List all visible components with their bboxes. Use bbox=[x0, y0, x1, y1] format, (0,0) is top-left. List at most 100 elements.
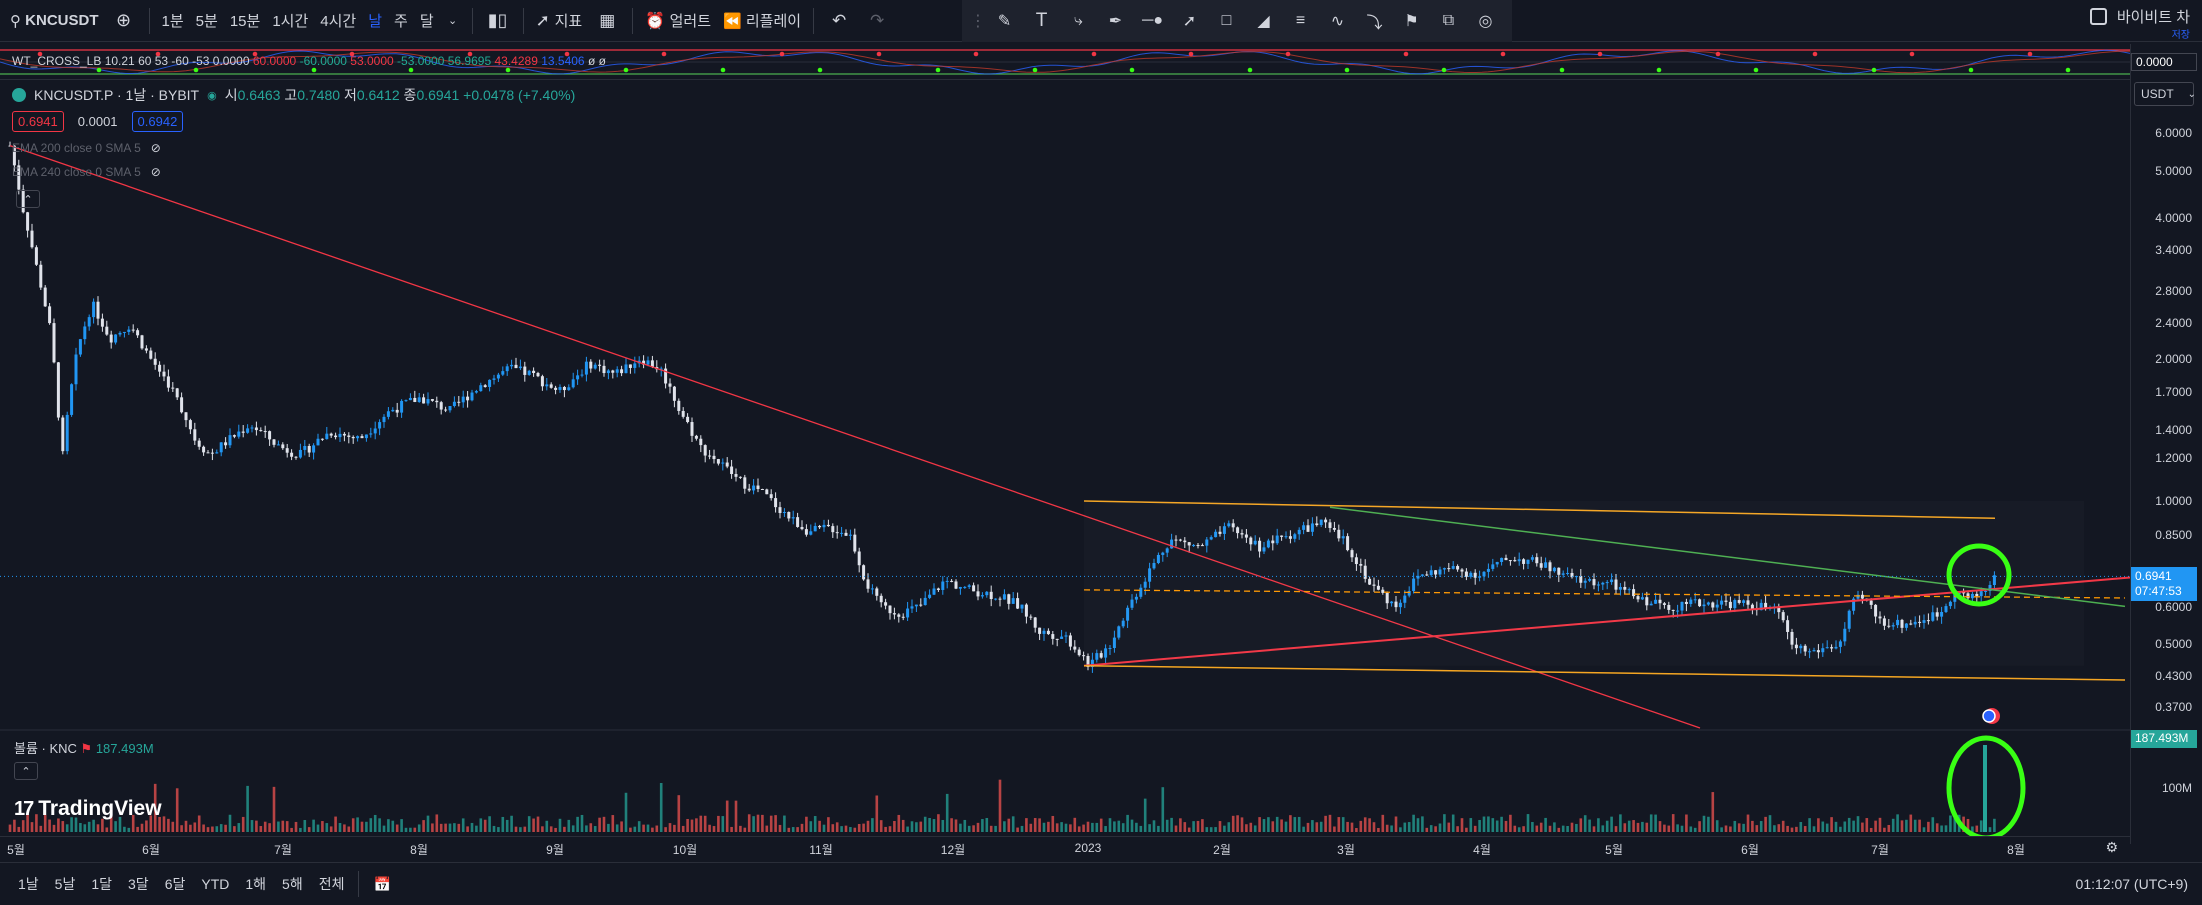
interval-1w[interactable]: 주 bbox=[388, 0, 414, 42]
measure-tool-button[interactable]: ◎ bbox=[1467, 0, 1504, 42]
tradingview-logo[interactable]: 17 TradingView bbox=[14, 797, 162, 821]
candle-body bbox=[364, 434, 368, 439]
volume-bar bbox=[1082, 824, 1085, 832]
fib-tool-button[interactable]: ≡ bbox=[1282, 0, 1319, 42]
alert-button[interactable]: ⏰ 얼러트 bbox=[639, 0, 717, 42]
range-ytd[interactable]: YTD bbox=[193, 876, 237, 892]
price-chart[interactable] bbox=[0, 80, 2130, 836]
range-3m[interactable]: 3달 bbox=[120, 874, 157, 894]
path-tool-button[interactable]: ⤷ bbox=[1060, 0, 1097, 42]
replay-button[interactable]: ⏪ 리플레이 bbox=[717, 0, 807, 42]
triangle-tool-button[interactable]: ◢ bbox=[1245, 0, 1282, 42]
candle-body bbox=[417, 397, 421, 402]
indicators-button[interactable]: ➚ 지표 bbox=[530, 0, 589, 42]
range-1y[interactable]: 1해 bbox=[237, 874, 274, 894]
interval-dropdown-button[interactable]: ⌄ bbox=[440, 0, 466, 42]
share-tool-button[interactable]: ⧉ bbox=[1430, 0, 1467, 42]
range-1m[interactable]: 1달 bbox=[83, 874, 120, 894]
volume-bar bbox=[1852, 820, 1855, 832]
redo-button[interactable]: ↷ bbox=[858, 0, 896, 42]
price-axis[interactable]: 6.0000 5.0000 4.0000 3.4000 2.8000 2.4000 2.00… bbox=[2130, 44, 2202, 844]
interval-1d[interactable]: 날 bbox=[362, 0, 388, 42]
target-icon: ◎ bbox=[1478, 13, 1493, 30]
volume-bar bbox=[1271, 821, 1275, 832]
volume-bar bbox=[1394, 816, 1398, 832]
ask-button[interactable]: 0.6942 bbox=[131, 111, 184, 132]
range-5d[interactable]: 5날 bbox=[47, 874, 84, 894]
pattern-tool-button[interactable]: ⤵ bbox=[1356, 0, 1393, 42]
interval-1mo[interactable]: 달 bbox=[414, 0, 440, 42]
interval-5m[interactable]: 5분 bbox=[190, 0, 224, 42]
rectangle-icon: □ bbox=[1221, 12, 1232, 29]
price-axis-label: 0.6000 bbox=[2155, 600, 2192, 614]
drag-handle-icon[interactable]: ⋮ bbox=[970, 0, 986, 42]
legend-collapse-button[interactable]: ⌃ bbox=[16, 190, 40, 208]
eye-hidden-icon[interactable]: ⊘ bbox=[151, 141, 161, 155]
volume-bar bbox=[294, 821, 298, 832]
volume-bar bbox=[1359, 820, 1363, 832]
interval-1m[interactable]: 1분 bbox=[156, 0, 190, 42]
wt-cross-v9: ø ø bbox=[587, 54, 606, 68]
volume-bar bbox=[818, 820, 821, 832]
candle-body bbox=[338, 433, 342, 438]
volume-bar bbox=[1372, 822, 1376, 832]
volume-bar bbox=[343, 824, 346, 832]
candle-body bbox=[615, 369, 619, 373]
templates-button[interactable]: ▦ bbox=[588, 0, 626, 42]
rectangle-tool-button[interactable]: □ bbox=[1208, 0, 1245, 42]
highlighter-tool-button[interactable]: ✒ bbox=[1097, 0, 1134, 42]
volume-bar bbox=[756, 814, 760, 832]
volume-bar bbox=[1830, 817, 1833, 832]
clock[interactable]: 01:12:07 (UTC+9) bbox=[2076, 876, 2188, 892]
volume-bar bbox=[1614, 826, 1618, 832]
checkbox[interactable] bbox=[2089, 8, 2107, 25]
interval-1h[interactable]: 1시간 bbox=[266, 0, 314, 42]
date-range-button[interactable]: 📅 bbox=[365, 876, 398, 893]
candle-body bbox=[342, 433, 346, 436]
candle-body bbox=[892, 613, 896, 615]
volume-bar bbox=[417, 824, 421, 832]
brush-tool-button[interactable]: ✎ bbox=[986, 0, 1023, 42]
volume-bar bbox=[659, 782, 663, 832]
range-all[interactable]: 전체 bbox=[311, 874, 353, 894]
volume-bar bbox=[686, 818, 689, 832]
range-6m[interactable]: 6달 bbox=[157, 874, 194, 894]
volume-bar bbox=[646, 824, 650, 832]
horizontal-ray-button[interactable]: ─● bbox=[1134, 0, 1171, 42]
interval-4h[interactable]: 4시간 bbox=[314, 0, 362, 42]
trendline-tool-button[interactable]: ➚ bbox=[1171, 0, 1208, 42]
volume-bar bbox=[1913, 819, 1917, 832]
time-axis[interactable]: 5월 6월 7월 8월 9월 10월 11월 12월 2023 2월 3월 4월 5월 6월 7월 8월 ⚙ bbox=[0, 836, 2130, 858]
save-status[interactable]: 저장 bbox=[2172, 26, 2190, 41]
symbol-search-button[interactable]: ⚲ KNCUSDT bbox=[0, 0, 105, 42]
fib-retracement-icon: ≡ bbox=[1295, 12, 1306, 29]
volume-bar bbox=[849, 827, 852, 832]
candle-body bbox=[747, 488, 751, 491]
text-tool-button[interactable]: T bbox=[1023, 0, 1060, 42]
candle-body bbox=[800, 526, 804, 530]
range-1d[interactable]: 1날 bbox=[10, 874, 47, 894]
candle-body bbox=[386, 411, 390, 417]
volume-bar bbox=[1104, 826, 1107, 832]
candle-body bbox=[567, 387, 571, 391]
flag-tool-button[interactable]: ⚑ bbox=[1393, 0, 1430, 42]
volume-bar bbox=[611, 815, 615, 832]
volume-bar bbox=[114, 821, 117, 832]
range-5y[interactable]: 5해 bbox=[274, 874, 311, 894]
volume-bar bbox=[1465, 827, 1468, 832]
candle-body bbox=[224, 442, 228, 446]
bid-button[interactable]: 0.6941 bbox=[12, 111, 64, 132]
price-axis-label: 5.0000 bbox=[2155, 164, 2192, 178]
volume-bar bbox=[365, 821, 368, 832]
eye-hidden-icon[interactable]: ⊘ bbox=[151, 165, 161, 179]
chart-type-button[interactable]: ▮▯ bbox=[479, 0, 517, 42]
currency-select[interactable]: USDT ⌄ bbox=[2134, 82, 2196, 106]
chart-settings-icon[interactable]: ⚙ bbox=[2105, 839, 2118, 856]
elliott-wave-button[interactable]: ∿ bbox=[1319, 0, 1356, 42]
candle-body bbox=[1064, 635, 1068, 637]
interval-15m[interactable]: 15분 bbox=[224, 0, 267, 42]
legend-title[interactable]: KNCUSDT.P · 1날 · BYBIT bbox=[34, 85, 199, 105]
volume-collapse-button[interactable]: ⌃ bbox=[14, 762, 38, 780]
compare-add-button[interactable]: ⊕ bbox=[105, 0, 143, 42]
undo-button[interactable]: ↶ bbox=[820, 0, 858, 42]
